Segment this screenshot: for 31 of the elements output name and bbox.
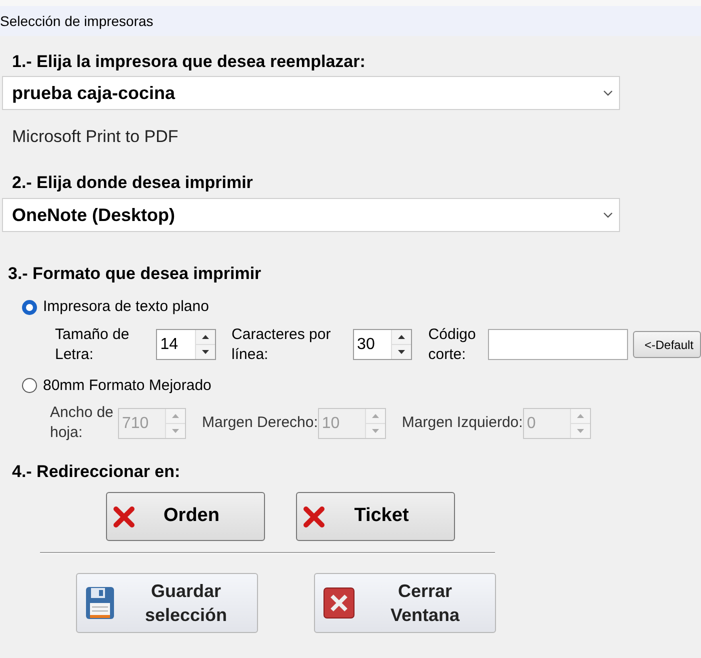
- redirect-button[interactable]: Orden: [106, 492, 265, 541]
- radio-button[interactable]: [22, 378, 37, 394]
- field-label: Caracteres por línea:: [232, 324, 332, 364]
- printer-dropdown[interactable]: OneNote (Desktop): [2, 198, 620, 232]
- radio-label[interactable]: 80mm Formato Mejorado: [43, 374, 212, 397]
- number-spinner[interactable]: 14: [156, 329, 216, 360]
- section-heading: 3.- Formato que desea imprimir: [8, 264, 262, 284]
- field-label: Tamaño de Letra:: [55, 324, 130, 364]
- number-spinner[interactable]: 30: [353, 329, 412, 360]
- close-icon: [323, 587, 355, 619]
- close-window-button[interactable]: Cerrar Ventana: [314, 573, 496, 633]
- field-label: Margen Izquierdo:: [402, 413, 523, 433]
- radio-button[interactable]: [22, 300, 37, 315]
- field-label: Margen Derecho:: [202, 413, 318, 433]
- current-printer-label: Microsoft Print to PDF: [12, 127, 180, 147]
- radio-label[interactable]: Impresora de texto plano: [43, 296, 209, 318]
- x-icon: [303, 506, 325, 528]
- printer-dropdown[interactable]: prueba caja-cocina: [2, 76, 620, 110]
- chevron-down-icon: [603, 212, 613, 218]
- field-label: Ancho de hoja:: [50, 403, 114, 443]
- input-field[interactable]: [488, 329, 628, 360]
- default-button[interactable]: <-Default: [633, 331, 701, 358]
- section-heading: 1.- Elija la impresora que desea reemplazar:: [12, 52, 366, 72]
- section-heading: 4.- Redireccionar en:: [12, 462, 182, 482]
- chevron-down-icon: [603, 90, 613, 96]
- save-button[interactable]: Guardar selección: [76, 573, 258, 633]
- field-label: Código corte:: [428, 324, 477, 364]
- window-title: Selección de impresoras: [0, 12, 154, 31]
- section-heading: 2.- Elija donde desea imprimir: [12, 173, 254, 193]
- redirect-button[interactable]: Ticket: [296, 492, 455, 541]
- x-icon: [113, 506, 135, 528]
